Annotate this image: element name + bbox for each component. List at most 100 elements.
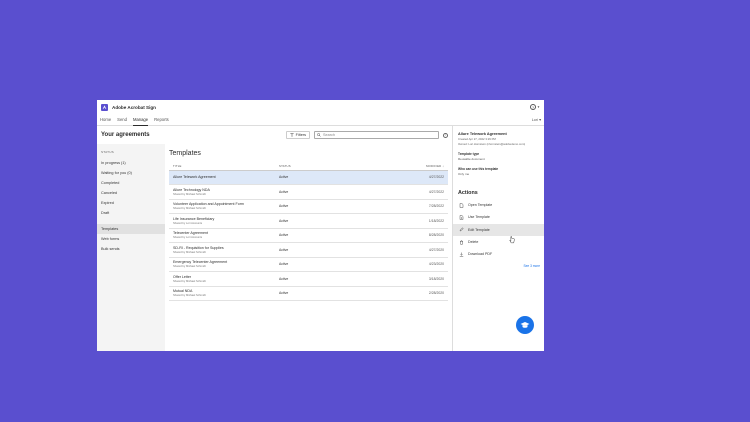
table-row[interactable]: Mutual NDA Shared by Michael Schmidt Activ… <box>169 286 448 301</box>
row-title: Offer Letter <box>173 274 192 279</box>
edit-template-action[interactable]: Edit Template <box>453 223 544 236</box>
row-status: Active <box>279 228 379 243</box>
templates-table: TITLE STATUS MODIFIED ↓ Allure Telework … <box>169 163 448 301</box>
row-title: SD-RI - Requisition for Supplies <box>173 245 224 250</box>
sort-arrow-icon: ↓ <box>442 164 444 169</box>
learn-help-button[interactable] <box>516 316 534 334</box>
document-icon <box>458 202 464 208</box>
see-more-link[interactable]: See 3 more <box>458 264 540 268</box>
action-label: Edit Template <box>468 227 490 232</box>
main-nav: Home Send Manage Reports Lori ▾ <box>97 114 544 126</box>
document-icon <box>458 214 464 220</box>
filters-button[interactable]: Filters <box>285 131 310 139</box>
help-icon[interactable]: ? <box>530 104 537 110</box>
column-modified-label: MODIFIED <box>426 164 442 169</box>
row-shared-by: Shared by Michael Schmidt <box>173 265 206 269</box>
table-row[interactable]: Life Insurance Beneficiary Shared by Lori… <box>169 213 448 229</box>
table-row[interactable]: Emergency Telecenter Agreement Shared by … <box>169 257 448 272</box>
sidebar-item-expired[interactable]: Expired <box>97 198 165 208</box>
row-modified: 3/18/2020 <box>379 271 448 287</box>
row-shared-by: Shared by Michael Schmidt <box>173 294 206 298</box>
sidebar-item-bulk-sends[interactable]: Bulk sends <box>97 244 165 254</box>
user-menu[interactable]: Lori ▾ <box>532 117 541 122</box>
column-modified[interactable]: MODIFIED ↓ <box>379 163 448 171</box>
row-status: Active <box>279 242 379 258</box>
sidebar-item-in-progress[interactable]: In progress (1) <box>97 158 165 168</box>
sidebar-item-canceled[interactable]: Canceled <box>97 188 165 198</box>
row-modified: 4/27/2022 <box>379 184 448 200</box>
graduation-cap-icon <box>520 322 530 328</box>
row-title: Volunteer Application and Appointment Fo… <box>173 202 244 207</box>
detail-created: Created Apr 27, 2022 3:29 PM <box>458 137 496 141</box>
sidebar-item-web-forms[interactable]: Web forms <box>97 234 165 244</box>
row-status: Active <box>279 271 379 287</box>
sidebar-item-templates[interactable]: Templates <box>97 224 165 234</box>
app-title: Adobe Acrobat Sign <box>112 104 156 110</box>
row-status: Active <box>279 184 379 200</box>
action-label: Download PDF <box>468 252 493 257</box>
row-shared-by: Shared by Lori Accounts <box>173 236 203 240</box>
tab-reports[interactable]: Reports <box>154 114 169 126</box>
search-placeholder: Search <box>323 133 336 137</box>
tab-manage[interactable]: Manage <box>132 114 149 126</box>
chevron-down-icon: ▼ <box>537 105 540 109</box>
search-input[interactable]: Search <box>314 131 439 139</box>
row-status: Active <box>279 286 379 301</box>
tab-home[interactable]: Home <box>100 114 111 126</box>
row-status: Active <box>279 257 379 272</box>
app-window: Adobe Acrobat Sign ? ▼ Home Send Manage … <box>97 100 544 351</box>
row-status: Active <box>279 199 379 214</box>
row-shared-by: Shared by Michael Schmidt <box>173 250 206 254</box>
row-title: Life Insurance Beneficiary <box>173 216 215 221</box>
table-row[interactable]: Telecenter Agreement Shared by Lori Accou… <box>169 228 448 243</box>
acrobat-sign-logo-icon <box>101 103 108 111</box>
column-title[interactable]: TITLE <box>169 163 279 171</box>
tab-send[interactable]: Send <box>117 114 127 126</box>
row-modified: 4/23/2020 <box>379 257 448 272</box>
template-type-value: Reusable document <box>458 157 485 161</box>
use-template-action[interactable]: Use Template <box>453 211 544 223</box>
row-modified: 1/18/2022 <box>379 213 448 229</box>
sidebar-item-waiting[interactable]: Waiting for you (0) <box>97 168 165 178</box>
mouse-cursor-icon <box>509 236 515 244</box>
templates-panel: Templates TITLE STATUS MODIFIED ↓ Allure… <box>165 144 452 351</box>
row-title: Emergency Telecenter Agreement <box>173 260 228 265</box>
help-menu[interactable]: ? ▼ <box>530 104 540 110</box>
action-label: Use Template <box>468 215 490 220</box>
page-title: Your agreements <box>101 132 150 138</box>
table-row[interactable]: Allure Telework Agreement Active 4/27/2022 <box>169 170 448 185</box>
trash-icon <box>458 239 464 245</box>
main-area: Your agreements Filters Search i STATUS … <box>97 126 452 351</box>
row-title: Telecenter Agreement <box>173 231 208 236</box>
column-status[interactable]: STATUS <box>279 163 379 171</box>
who-can-use-label: Who can use this template <box>458 167 499 171</box>
sidebar-item-completed[interactable]: Completed <box>97 178 165 188</box>
sidebar-item-draft[interactable]: Draft <box>97 208 165 218</box>
row-title: Mutual NDA <box>173 289 193 294</box>
action-label: Open Template <box>468 203 493 208</box>
pencil-icon <box>458 227 464 233</box>
row-shared-by: Shared by Michael Schmidt <box>173 279 206 283</box>
filter-icon <box>290 133 294 137</box>
open-template-action[interactable]: Open Template <box>453 199 544 211</box>
row-shared-by: Shared by Michael Schmidt <box>173 192 206 196</box>
status-header: STATUS <box>101 150 114 154</box>
table-row[interactable]: SD-RI - Requisition for Supplies Shared b… <box>169 242 448 258</box>
template-type-label: Template type <box>458 152 480 156</box>
row-modified: 8/28/2020 <box>379 228 448 243</box>
action-label: Delete <box>468 240 479 245</box>
detail-owner: Owned: Lori.Hornstein (nhornstein@adobed… <box>458 142 526 146</box>
delete-action[interactable]: Delete <box>453 236 544 248</box>
row-shared-by: Shared by Lori Accounts <box>173 221 203 225</box>
row-modified: 4/27/2022 <box>379 170 448 185</box>
table-row[interactable]: Offer Letter Shared by Michael Schmidt Act… <box>169 271 448 287</box>
download-pdf-action[interactable]: Download PDF <box>453 248 544 260</box>
detail-title: Allure Telework Agreement <box>458 132 507 136</box>
filters-label: Filters <box>295 133 306 137</box>
table-row[interactable]: Volunteer Application and Appointment Fo… <box>169 199 448 214</box>
row-modified: 2/28/2020 <box>379 286 448 301</box>
row-status: Active <box>279 170 379 185</box>
table-row[interactable]: Allure Technology NDA Shared by Michael S… <box>169 184 448 200</box>
row-modified: 7/28/2022 <box>379 199 448 214</box>
info-icon[interactable]: i <box>443 132 448 138</box>
